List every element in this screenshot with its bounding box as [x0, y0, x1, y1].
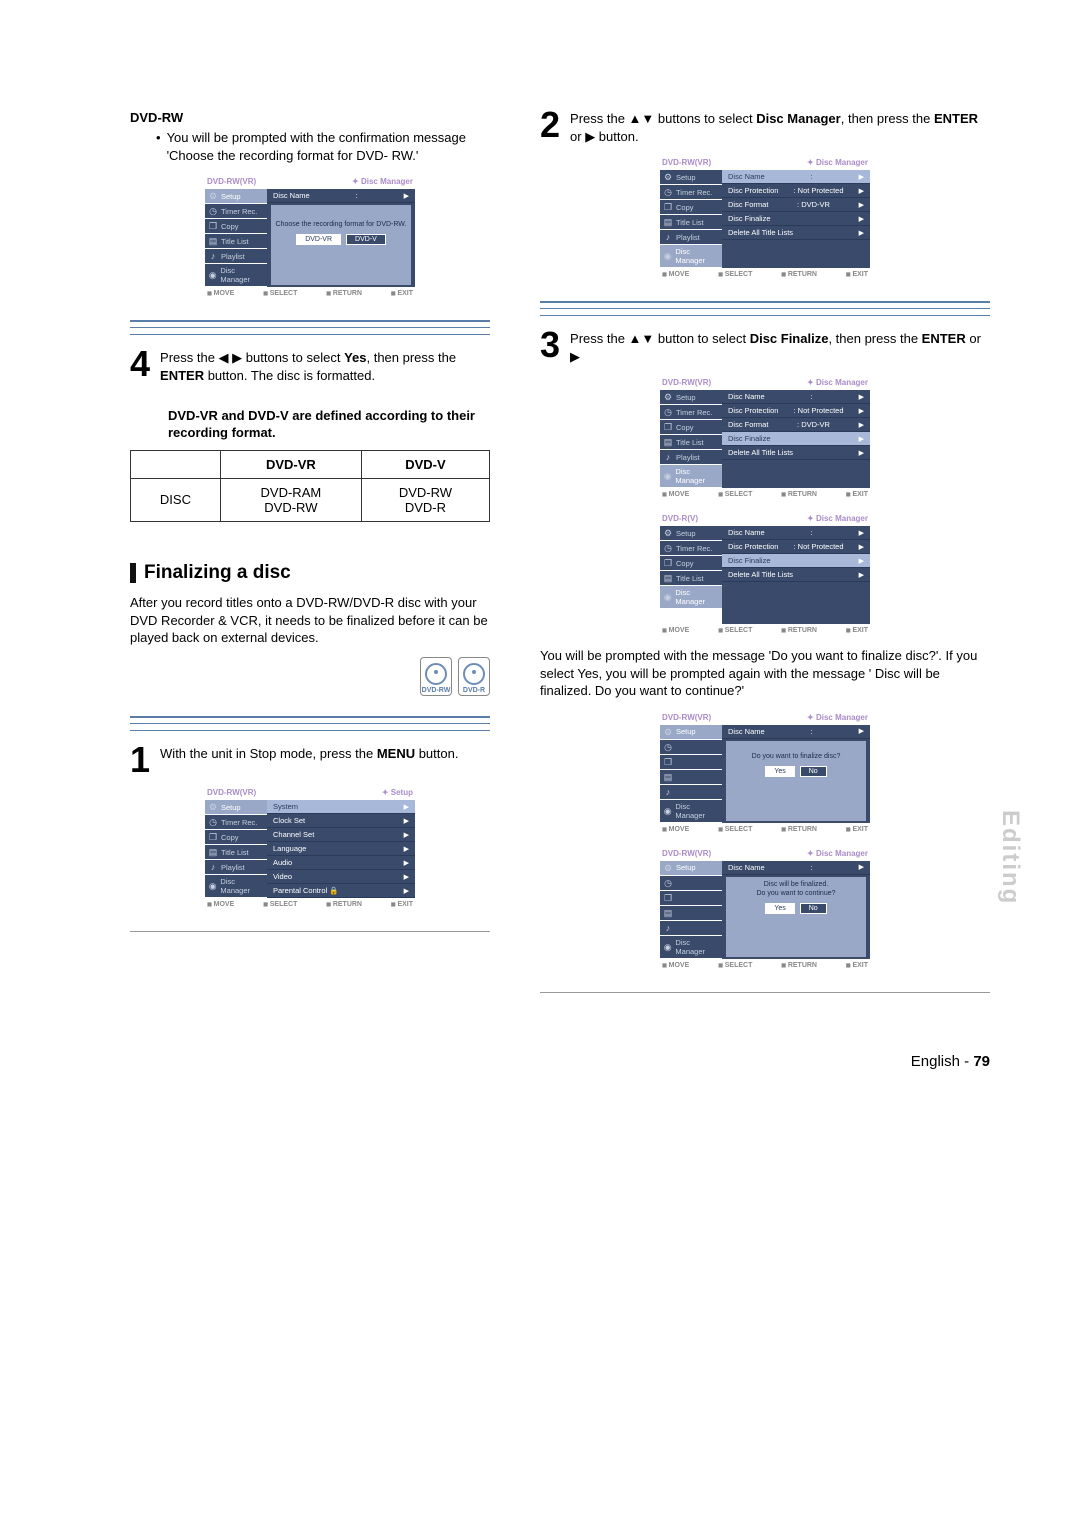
osd-side-timer[interactable]: ◷Timer Rec. — [205, 204, 267, 218]
osd-row-delete[interactable]: Delete All Title Lists▶ — [722, 226, 870, 240]
playlist-icon: ♪ — [208, 251, 218, 261]
osd-foot-exit: EXIT — [391, 290, 413, 297]
divider-blue-2 — [130, 716, 490, 731]
dvdrw-heading: DVD-RW — [130, 110, 490, 125]
finalize-intro: After you record titles onto a DVD-RW/DV… — [130, 594, 490, 647]
osd-side-playlist[interactable]: ♪Playlist — [205, 249, 267, 263]
col-dvdv: DVD-V — [361, 450, 489, 478]
osd-foot-select: SELECT — [263, 290, 297, 297]
osd-row-language[interactable]: Language▶ — [267, 842, 415, 856]
osd-continue-line2: Do you want to continue? — [730, 890, 862, 897]
osd-popup-msg: Choose the recording format for DVD-RW. — [275, 221, 407, 228]
osd-foot-move: MOVE — [207, 290, 234, 297]
step-number-2: 2 — [540, 110, 560, 145]
divider-blue-r1 — [540, 301, 990, 316]
osd-row-parental[interactable]: Parental Control 🔒▶ — [267, 884, 415, 898]
osd-dm-vr-finalize: DVD-RW(VR) ✦ Disc Manager ⚙Setup ◷Timer … — [660, 375, 870, 501]
osd-row-audio[interactable]: Audio▶ — [267, 856, 415, 870]
finalize-section-title: Finalizing a disc — [130, 562, 490, 584]
osd-btn-dvdv[interactable]: DVD-V — [346, 234, 386, 245]
finalize-prompt-text: You will be prompted with the message 'D… — [540, 647, 990, 700]
osd-btn-yes[interactable]: Yes — [765, 903, 794, 914]
osd-foot-return: RETURN — [326, 290, 362, 297]
osd-row-finalize[interactable]: Disc Finalize▶ — [722, 212, 870, 226]
osd-media-label: DVD-RW(VR) — [207, 177, 256, 186]
osd-finalize-confirm: DVD-RW(VR) ✦ Disc Manager ⚙Setup ◷ ❐ ▤ ♪… — [660, 710, 870, 836]
osd-side-titlelist[interactable]: ▤Title List — [205, 234, 267, 248]
step-1: 1 With the unit in Stop mode, press the … — [130, 745, 490, 776]
copy-icon: ❐ — [208, 221, 218, 231]
osd-side-timer[interactable]: ◷Timer Rec. — [205, 815, 267, 829]
clock-icon: ◷ — [208, 206, 218, 216]
gear-icon: ⚙ — [208, 191, 218, 201]
page-footer: English - 79 — [130, 1053, 990, 1070]
step-number-4: 4 — [130, 349, 150, 384]
dvdrw-bullet-text: You will be prompted with the confirmati… — [167, 129, 490, 164]
section-tab-editing: Editing — [996, 810, 1024, 905]
osd-format-popup: Choose the recording format for DVD-RW. … — [271, 205, 411, 285]
osd-btn-dvdvr[interactable]: DVD-VR — [296, 234, 341, 245]
osd-breadcrumb: ✦ Setup — [382, 788, 413, 797]
osd-side-titlelist[interactable]: ▤Title List — [205, 845, 267, 859]
step-number-3: 3 — [540, 330, 560, 365]
osd-side-discmgr[interactable]: ◉Disc Manager — [205, 875, 267, 897]
osd-setup-menu: DVD-RW(VR) ✦ Setup ⚙Setup ◷Timer Rec. ❐C… — [205, 785, 415, 911]
osd-btn-yes[interactable]: Yes — [765, 766, 794, 777]
osd-side-discmgr[interactable]: ◉Disc Manager — [205, 264, 267, 286]
left-column: DVD-RW • You will be prompted with the c… — [130, 110, 490, 1013]
osd-btn-no[interactable]: No — [800, 903, 827, 914]
osd-side-setup[interactable]: ⚙Setup — [205, 189, 267, 203]
osd-dm-v-finalize: DVD-R(V) ✦ Disc Manager ⚙Setup ◷Timer Re… — [660, 511, 870, 637]
section-bar-icon — [130, 563, 136, 583]
osd-media-label: DVD-RW(VR) — [207, 788, 256, 797]
divider-thin — [130, 931, 490, 932]
cell-dvdvr-discs: DVD-RAMDVD-RW — [220, 478, 361, 521]
osd-breadcrumb: ✦ Disc Manager — [352, 177, 413, 186]
finalize-title-text: Finalizing a disc — [144, 562, 291, 584]
divider-blue — [130, 320, 490, 335]
osd-side-copy[interactable]: ❐Copy — [205, 830, 267, 844]
osd-side-copy[interactable]: ❐Copy — [205, 219, 267, 233]
osd-finalize-msg: Do you want to finalize disc? — [730, 753, 862, 760]
osd-finalize-continue: DVD-RW(VR) ✦ Disc Manager ⚙Setup ◷ ❐ ▤ ♪… — [660, 846, 870, 972]
osd-row-format[interactable]: Disc Format: DVD-VR▶ — [722, 198, 870, 212]
step-3: 3 Press the ▲▼ button to select Disc Fin… — [540, 330, 990, 365]
osd-row-system[interactable]: System▶ — [267, 800, 415, 814]
row-disc-label: DISC — [131, 478, 221, 521]
list-icon: ▤ — [208, 236, 218, 246]
osd-side-playlist[interactable]: ♪Playlist — [205, 860, 267, 874]
osd-continue-line1: Disc will be finalized. — [730, 881, 862, 888]
step-number-1: 1 — [130, 745, 150, 776]
divider-thin-r — [540, 992, 990, 993]
osd-row-discname[interactable]: Disc Name:▶ — [722, 170, 870, 184]
disc-type-icon-r: DVD-R — [458, 657, 490, 696]
bullet-icon: • — [156, 129, 161, 164]
osd-row-clock[interactable]: Clock Set▶ — [267, 814, 415, 828]
disc-type-icon-rw: DVD-RW — [420, 657, 452, 696]
osd-row-channel[interactable]: Channel Set▶ — [267, 828, 415, 842]
osd-disc-manager-full: DVD-RW(VR) ✦ Disc Manager ⚙Setup ◷Timer … — [660, 155, 870, 281]
osd-row-video[interactable]: Video▶ — [267, 870, 415, 884]
cell-dvdv-discs: DVD-RWDVD-R — [361, 478, 489, 521]
osd-row-protection[interactable]: Disc Protection: Not Protected▶ — [722, 184, 870, 198]
disc-format-table: DVD-VR DVD-V DISC DVD-RAMDVD-RW DVD-RWDV… — [130, 450, 490, 522]
osd-side-setup[interactable]: ⚙Setup — [205, 800, 267, 814]
format-definition-note: DVD-VR and DVD-V are defined according t… — [168, 408, 490, 442]
step-2: 2 Press the ▲▼ buttons to select Disc Ma… — [540, 110, 990, 145]
disc-icon: ◉ — [208, 270, 217, 280]
osd-choose-format: DVD-RW(VR) ✦ Disc Manager ⚙Setup ◷Timer … — [205, 174, 415, 300]
right-column: 2 Press the ▲▼ buttons to select Disc Ma… — [540, 110, 990, 1013]
step-4: 4 Press the ◀ ▶ buttons to select Yes, t… — [130, 349, 490, 384]
osd-btn-no[interactable]: No — [800, 766, 827, 777]
col-dvdvr: DVD-VR — [220, 450, 361, 478]
